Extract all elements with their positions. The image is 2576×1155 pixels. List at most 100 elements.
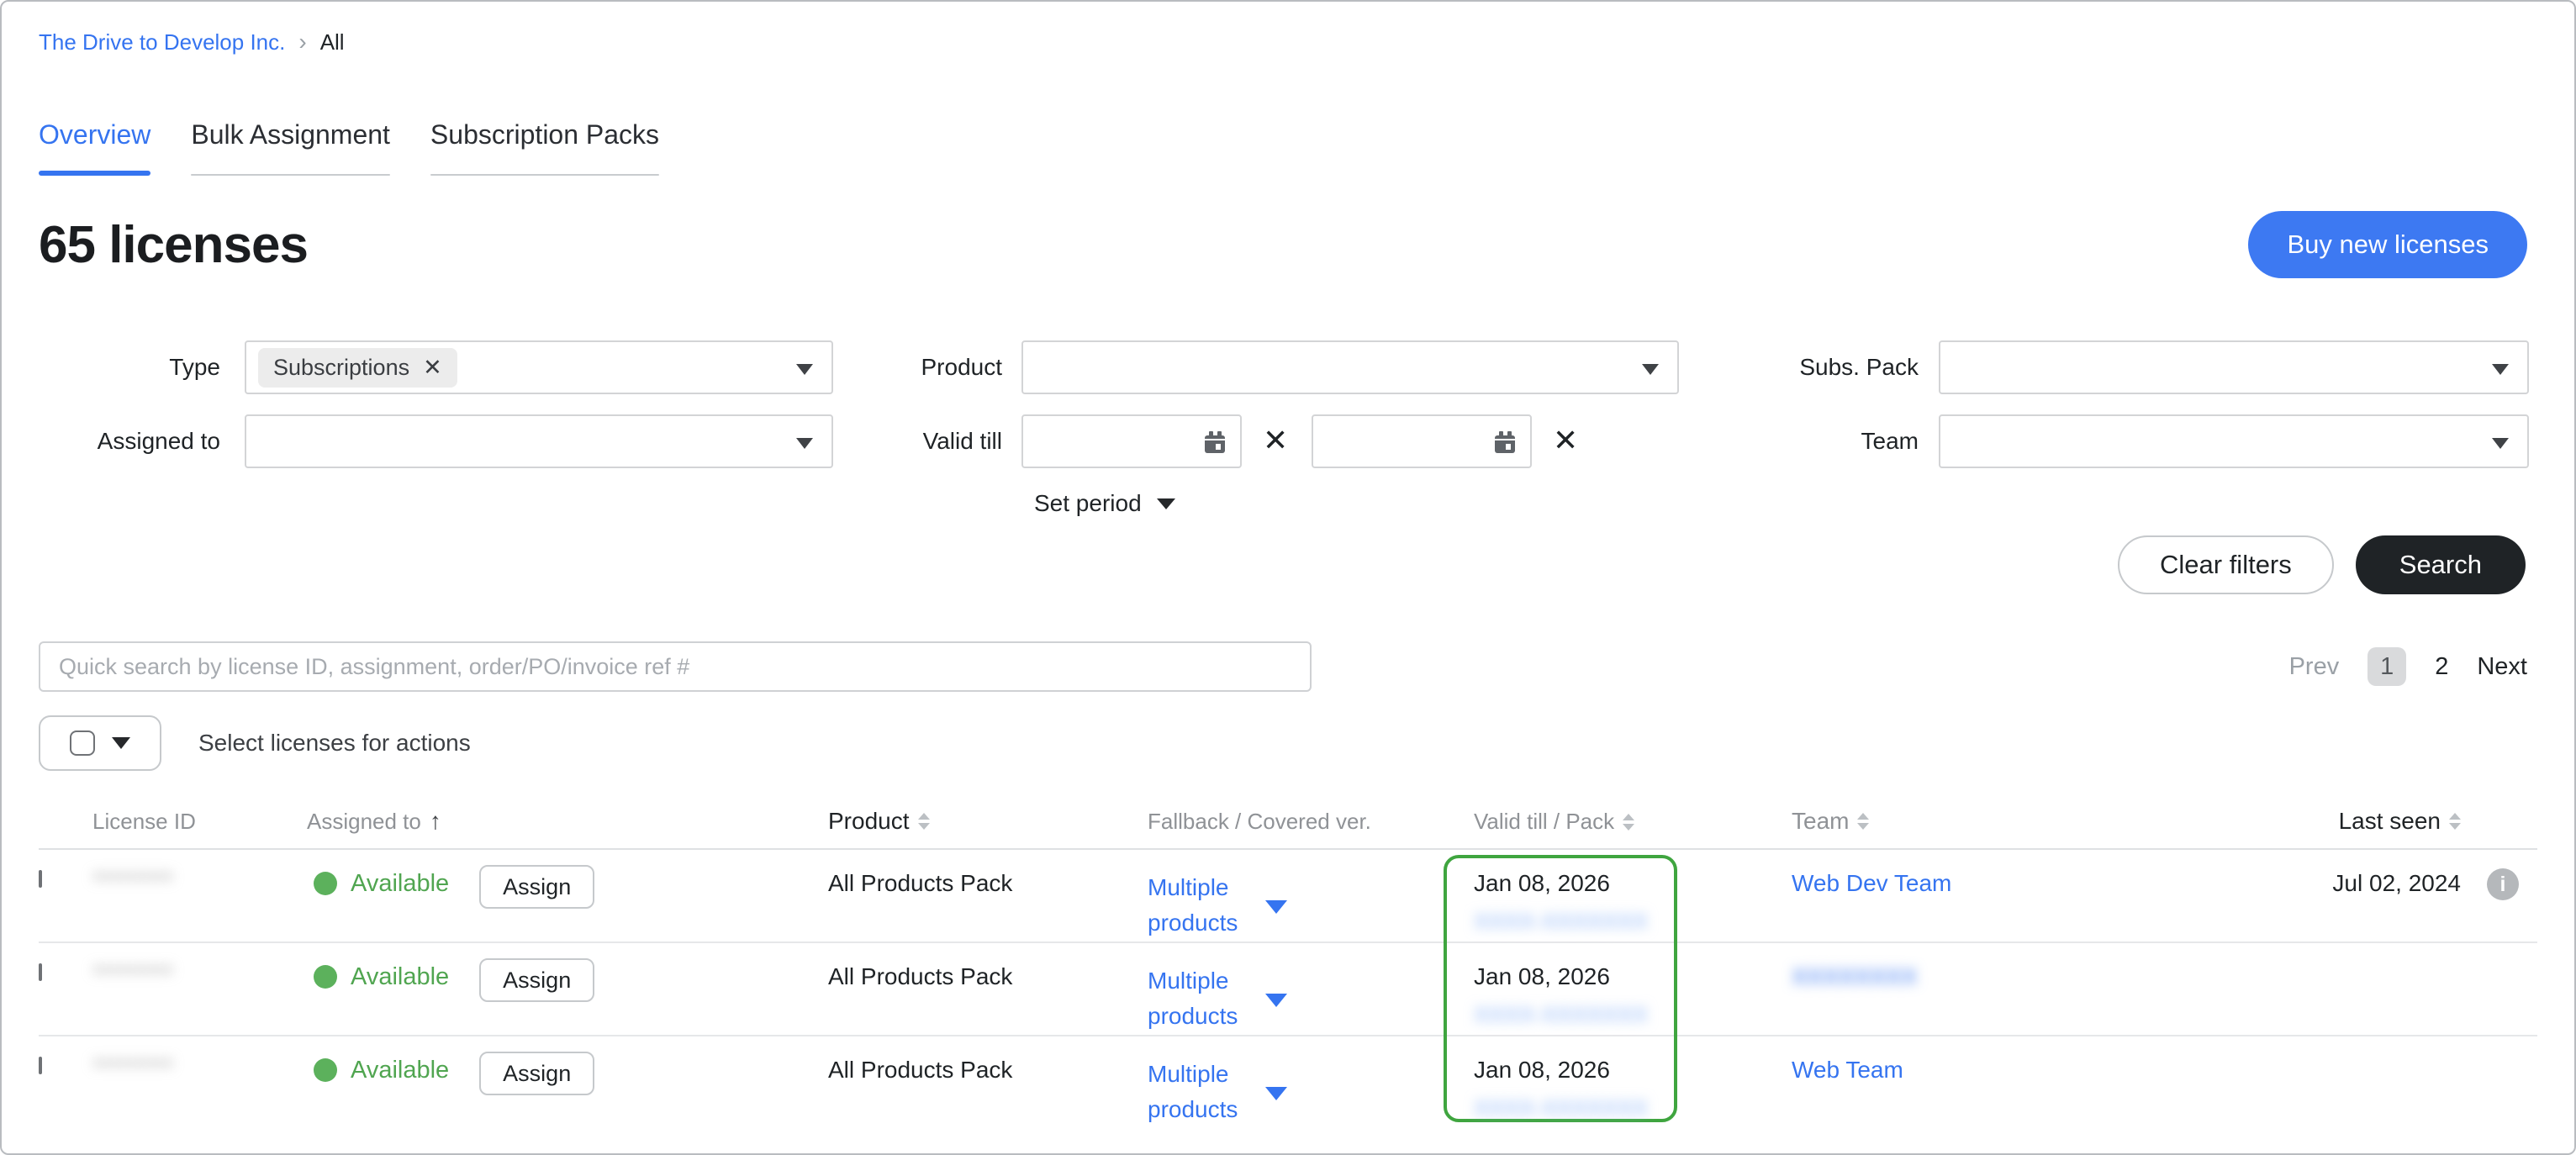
header-info-spacer [2461, 816, 2529, 848]
clear-filters-button[interactable]: Clear filters [2118, 535, 2334, 594]
multiple-products-link[interactable]: Multiple products [1148, 963, 1444, 1034]
header-product[interactable]: Product [828, 788, 1148, 848]
assign-button[interactable]: Assign [479, 865, 594, 909]
valid-till-date: Jan 08, 2026 [1474, 1057, 1755, 1084]
chip-close-icon[interactable]: ✕ [423, 355, 442, 381]
assign-button[interactable]: Assign [479, 1052, 594, 1095]
row-checkbox[interactable] [39, 963, 42, 981]
header-checkbox-spacer [39, 813, 92, 848]
dropdown-arrow-icon [796, 364, 813, 375]
assigned-to-filter-select[interactable] [245, 414, 833, 468]
team-link[interactable]: Web Dev Team [1792, 870, 1951, 896]
team-link-redacted[interactable]: XXXXXXXX [1792, 963, 1917, 989]
type-filter-chip: Subscriptions ✕ [258, 348, 457, 388]
product-name: All Products Pack [828, 870, 1012, 896]
assigned-to-filter-label: Assigned to [2, 414, 220, 455]
valid-till-to-input[interactable] [1312, 414, 1532, 468]
header-license-id: License ID [92, 788, 307, 848]
breadcrumb-org-link[interactable]: The Drive to Develop Inc. [39, 29, 285, 55]
dropdown-arrow-icon [2492, 438, 2509, 449]
set-period-label: Set period [1034, 490, 1142, 517]
pagination-next[interactable]: Next [2477, 653, 2527, 681]
multiple-products-link[interactable]: Multiple products [1148, 870, 1444, 941]
pagination: Prev 1 2 Next [2289, 647, 2527, 686]
expand-arrow-icon[interactable] [1265, 1087, 1287, 1100]
pagination-prev[interactable]: Prev [2289, 653, 2340, 681]
type-filter-select[interactable]: Subscriptions ✕ [245, 340, 833, 394]
quick-search-input[interactable] [39, 641, 1312, 692]
tab-bar: Overview Bulk Assignment Subscription Pa… [39, 119, 2574, 176]
dropdown-arrow-icon [2492, 364, 2509, 375]
subs-pack-filter-select[interactable] [1939, 340, 2529, 394]
pack-link-redacted: XXXX-XXXXXXX [1474, 1002, 1648, 1027]
last-seen-date: Jul 02, 2024 [2332, 870, 2461, 896]
sort-asc-icon: ↑ [430, 808, 441, 835]
breadcrumb-current: All [320, 29, 345, 55]
product-name: All Products Pack [828, 963, 1012, 989]
pagination-page-1[interactable]: 1 [2367, 647, 2406, 686]
calendar-icon[interactable] [1201, 430, 1228, 462]
bulk-select-dropdown[interactable] [39, 715, 161, 771]
row-checkbox[interactable] [39, 870, 42, 888]
status-dot [314, 872, 337, 895]
table-row: XXXXXXXXX Available Assign All Products … [39, 850, 2537, 943]
header-team[interactable]: Team [1755, 808, 2225, 848]
pack-link-redacted: XXXX-XXXXXXX [1474, 909, 1648, 934]
bulk-select-hint: Select licenses for actions [198, 730, 471, 757]
row-checkbox[interactable] [39, 1057, 42, 1074]
subs-pack-filter-label: Subs. Pack [1750, 340, 1919, 381]
license-id-redacted: XXXXXXXXX [92, 870, 173, 884]
type-filter-label: Type [2, 340, 220, 381]
pagination-page-2[interactable]: 2 [2435, 653, 2448, 681]
clear-date-from-icon[interactable]: ✕ [1263, 423, 1288, 458]
sort-icon [2449, 813, 2461, 830]
status-label: Available [351, 963, 449, 991]
status-label: Available [351, 870, 449, 898]
table-header: License ID Assigned to↑ Product Fallback… [39, 806, 2537, 850]
dropdown-arrow-icon [796, 438, 813, 449]
title-row: 65 licenses Buy new licenses [2, 176, 2574, 278]
type-chip-label: Subscriptions [273, 355, 409, 381]
select-all-checkbox[interactable] [70, 730, 95, 756]
team-filter-select[interactable] [1939, 414, 2529, 468]
status-label: Available [351, 1057, 449, 1084]
search-button[interactable]: Search [2356, 535, 2526, 594]
product-filter-select[interactable] [1021, 340, 1679, 394]
multiple-products-link[interactable]: Multiple products [1148, 1057, 1444, 1127]
info-icon[interactable]: i [2487, 868, 2519, 900]
tab-subscription-packs[interactable]: Subscription Packs [430, 119, 659, 176]
table-row: XXXXXXXXX Available Assign All Products … [39, 943, 2537, 1036]
header-valid-till-pack[interactable]: Valid till / Pack [1444, 809, 1755, 848]
tab-overview[interactable]: Overview [39, 119, 150, 176]
filter-actions: Clear filters Search [2, 535, 2574, 594]
calendar-icon[interactable] [1491, 430, 1518, 462]
sort-icon [1623, 814, 1634, 831]
buy-new-licenses-button[interactable]: Buy new licenses [2248, 211, 2527, 278]
bulk-select-row: Select licenses for actions [39, 715, 2574, 771]
table-body: XXXXXXXXX Available Assign All Products … [39, 850, 2537, 1130]
filters-panel: Type Subscriptions ✕ Assigned to Product… [2, 340, 2574, 529]
assign-button[interactable]: Assign [479, 958, 594, 1002]
team-filter-label: Team [1750, 414, 1919, 455]
status-dot [314, 1058, 337, 1082]
page-title: 65 licenses [39, 215, 308, 275]
dropdown-arrow-icon [1642, 364, 1659, 375]
breadcrumb: The Drive to Develop Inc. › All [2, 2, 2574, 55]
set-period-button[interactable]: Set period [1034, 490, 1175, 517]
valid-till-date: Jan 08, 2026 [1474, 963, 1755, 990]
expand-arrow-icon[interactable] [1265, 994, 1287, 1007]
team-link[interactable]: Web Team [1792, 1057, 1903, 1083]
license-id-redacted: XXXXXXXXX [92, 963, 173, 978]
dropdown-arrow-icon [112, 737, 130, 749]
search-row: Prev 1 2 Next [39, 641, 2527, 692]
table-row: XXXXXXXXX Available Assign All Products … [39, 1036, 2537, 1130]
header-last-seen[interactable]: Last seen [2225, 788, 2461, 848]
chevron-right-icon: › [298, 29, 306, 55]
valid-till-from-input[interactable] [1021, 414, 1242, 468]
clear-date-to-icon[interactable]: ✕ [1553, 423, 1578, 458]
pack-link-redacted: XXXX-XXXXXXX [1474, 1095, 1648, 1121]
expand-arrow-icon[interactable] [1265, 900, 1287, 914]
license-id-redacted: XXXXXXXXX [92, 1057, 173, 1071]
tab-bulk-assignment[interactable]: Bulk Assignment [191, 119, 390, 176]
header-assigned-to[interactable]: Assigned to↑ [307, 808, 828, 848]
